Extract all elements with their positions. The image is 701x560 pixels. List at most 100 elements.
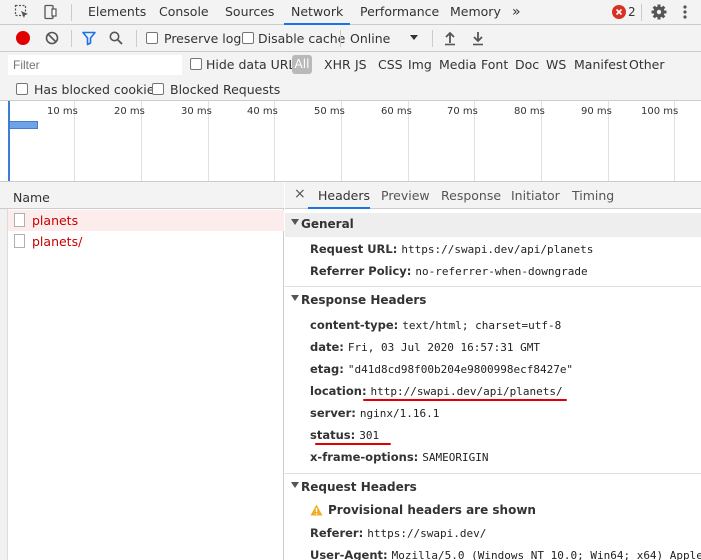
- header-key: Referer:: [310, 526, 364, 540]
- header-row: date: Fri, 03 Jul 2020 16:57:31 GMT: [310, 340, 540, 354]
- timeline-tick-label: 50 ms: [314, 106, 345, 117]
- details-tab-bar: × Headers Preview Response Initiator Tim…: [285, 182, 701, 209]
- tab-memory[interactable]: Memory: [450, 0, 501, 25]
- tab-elements[interactable]: Elements: [88, 0, 146, 25]
- type-filter-media[interactable]: Media: [439, 57, 477, 72]
- header-key: date:: [310, 340, 344, 354]
- annotation-underline: [363, 399, 567, 401]
- tab-sources[interactable]: Sources: [225, 0, 274, 25]
- kebab-menu-icon[interactable]: [682, 3, 688, 21]
- header-key: Referrer Policy:: [310, 264, 412, 278]
- general-section-header[interactable]: General: [285, 213, 701, 237]
- type-filter-manifest[interactable]: Manifest: [574, 57, 627, 72]
- header-row: x-frame-options: SAMEORIGIN: [310, 450, 489, 464]
- tab-headers[interactable]: Headers: [318, 188, 370, 203]
- preserve-log-checkbox[interactable]: [146, 32, 158, 44]
- active-tab-indicator: [308, 207, 370, 209]
- response-headers-section-header[interactable]: Response Headers: [285, 289, 701, 313]
- tab-network[interactable]: Network: [284, 0, 351, 25]
- filter-bar: Hide data URLs All XHR JS CSS Img Media …: [0, 52, 701, 79]
- header-row: User-Agent: Mozilla/5.0 (Windows NT 10.0;…: [310, 548, 701, 560]
- request-row[interactable]: planets/: [8, 231, 284, 252]
- disable-cache-label: Disable cache: [258, 31, 346, 46]
- timeline-tick-label: 60 ms: [381, 106, 412, 117]
- tab-performance[interactable]: Performance: [360, 0, 439, 25]
- header-row: content-type: text/html; charset=utf-8: [310, 318, 561, 332]
- hide-data-urls-checkbox[interactable]: [190, 58, 202, 70]
- triangle-down-icon: [291, 482, 299, 488]
- gear-icon[interactable]: [650, 3, 668, 21]
- tab-preview[interactable]: Preview: [381, 188, 430, 203]
- timeline-tick-label: 10 ms: [47, 106, 78, 117]
- header-value: SAMEORIGIN: [422, 451, 489, 464]
- header-value: nginx/1.16.1: [359, 407, 440, 420]
- timeline-tick-label: 100 ms: [641, 106, 679, 117]
- request-name: planets/: [32, 234, 83, 249]
- type-filter-font[interactable]: Font: [481, 57, 508, 72]
- timeline-tick-label: 40 ms: [247, 106, 278, 117]
- error-count[interactable]: 2: [628, 5, 636, 19]
- header-key: status:: [310, 428, 356, 442]
- timeline-request-bar: [8, 121, 38, 129]
- error-icon[interactable]: [612, 5, 626, 19]
- section-title: Response Headers: [301, 293, 427, 307]
- filter-icon[interactable]: [81, 30, 97, 46]
- type-filter-ws[interactable]: WS: [546, 57, 566, 72]
- header-key: User-Agent:: [310, 548, 388, 560]
- tab-initiator[interactable]: Initiator: [511, 188, 560, 203]
- tab-timing[interactable]: Timing: [572, 188, 614, 203]
- inspect-element-icon[interactable]: [14, 4, 30, 20]
- type-filter-xhr[interactable]: XHR: [324, 57, 351, 72]
- chevron-down-icon[interactable]: [410, 35, 418, 40]
- more-tabs-button[interactable]: »: [512, 0, 521, 25]
- scrollbar[interactable]: [0, 209, 8, 560]
- type-filter-img[interactable]: Img: [408, 57, 432, 72]
- import-har-icon[interactable]: [443, 30, 457, 46]
- request-row[interactable]: planets: [8, 210, 284, 231]
- filter-input[interactable]: [8, 55, 182, 75]
- header-key: location:: [310, 384, 367, 398]
- type-filter-css[interactable]: CSS: [378, 57, 403, 72]
- request-headers-section-header[interactable]: Request Headers: [285, 476, 701, 500]
- header-row: location: http://swapi.dev/api/planets/: [310, 384, 563, 398]
- type-filter-other[interactable]: Other: [629, 57, 665, 72]
- search-icon[interactable]: [108, 30, 124, 46]
- export-har-icon[interactable]: [471, 30, 485, 46]
- request-list: Name planets planets/: [0, 182, 284, 560]
- clear-icon[interactable]: [44, 30, 60, 46]
- type-filter-all[interactable]: All: [292, 55, 312, 74]
- timeline-selection-handle[interactable]: [8, 101, 10, 181]
- network-toolbar: Preserve log Disable cache Online: [0, 25, 701, 52]
- tab-response[interactable]: Response: [441, 188, 501, 203]
- request-details: × Headers Preview Response Initiator Tim…: [285, 182, 701, 560]
- blocked-filter-bar: Has blocked cookies Blocked Requests: [0, 79, 701, 101]
- provisional-headers-warning: Provisional headers are shown: [328, 503, 536, 517]
- disable-cache-checkbox[interactable]: [242, 32, 254, 44]
- header-value: https://swapi.dev/api/planets: [401, 243, 594, 256]
- type-filter-doc[interactable]: Doc: [515, 57, 539, 72]
- timeline-tick-label: 20 ms: [114, 106, 145, 117]
- warning-icon: [310, 504, 323, 516]
- device-toolbar-icon[interactable]: [42, 4, 58, 20]
- section-title: Request Headers: [301, 480, 417, 494]
- throttling-select[interactable]: Online: [350, 31, 390, 46]
- type-filter-js[interactable]: JS: [355, 57, 367, 72]
- document-icon: [14, 234, 25, 248]
- header-value: Fri, 03 Jul 2020 16:57:31 GMT: [347, 341, 540, 354]
- header-value: 301: [359, 429, 380, 442]
- has-blocked-cookies-checkbox[interactable]: [16, 83, 28, 95]
- annotation-underline: [315, 443, 391, 445]
- timeline-tick-label: 80 ms: [514, 106, 545, 117]
- record-button[interactable]: [16, 31, 30, 45]
- tab-console[interactable]: Console: [159, 0, 209, 25]
- blocked-requests-checkbox[interactable]: [152, 83, 164, 95]
- request-name: planets: [32, 213, 79, 228]
- header-value: text/html; charset=utf-8: [402, 319, 562, 332]
- triangle-down-icon: [291, 219, 299, 225]
- overview-timeline[interactable]: 10 ms 20 ms 30 ms 40 ms 50 ms 60 ms 70 m…: [0, 101, 701, 182]
- header-row: status: 301: [310, 428, 379, 442]
- close-icon[interactable]: ×: [294, 186, 306, 202]
- blocked-requests-label: Blocked Requests: [170, 82, 281, 97]
- header-key: server:: [310, 406, 356, 420]
- name-column-header[interactable]: Name: [0, 182, 284, 209]
